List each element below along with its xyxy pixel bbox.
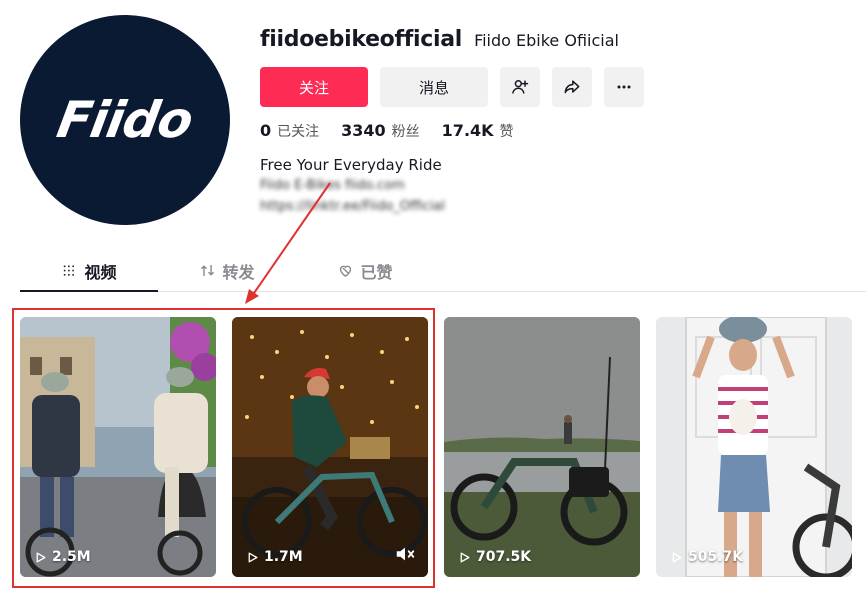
profile-stats: 0 已关注 3340 粉丝 17.4K 赞 — [260, 121, 514, 141]
tab-videos[interactable]: 视频 — [20, 250, 158, 292]
view-count: 707.5K — [458, 549, 531, 565]
username: fiidoebikeofficial — [260, 27, 463, 52]
play-icon — [460, 552, 470, 562]
grid-icon — [64, 265, 75, 276]
brand-logo: Fiido — [53, 91, 197, 149]
view-count-text: 505.7K — [688, 549, 744, 565]
tab-label: 视频 — [84, 262, 117, 282]
profile-tabs: 视频 转发 已赞 — [20, 250, 866, 292]
tab-label: 已赞 — [360, 262, 393, 282]
profile-name-row: fiidoebikeofficial Fiido Ebike Ofiicial — [260, 27, 619, 52]
followers-label: 粉丝 — [391, 124, 420, 140]
profile-actions: 关注 消息 — [260, 67, 644, 107]
bio: Free Your Everyday Ride — [260, 156, 442, 174]
nickname: Fiido Ebike Ofiicial — [474, 31, 619, 50]
follow-button[interactable]: 关注 — [260, 67, 368, 107]
likes-count: 17.4K — [441, 121, 494, 140]
following-count: 0 — [260, 121, 272, 140]
following-label: 已关注 — [277, 124, 320, 140]
bio-link[interactable]: https://linktr.ee/Fiido_Official — [260, 199, 445, 214]
repost-icon — [201, 264, 215, 277]
video-thumbnail — [656, 317, 852, 577]
followers-stat[interactable]: 3340 粉丝 — [341, 121, 420, 141]
add-friend-button[interactable] — [500, 67, 540, 107]
followers-count: 3340 — [341, 121, 386, 140]
likes-label: 赞 — [499, 124, 514, 140]
tab-label: 转发 — [222, 262, 255, 282]
add-person-icon — [512, 80, 529, 94]
video-thumbnail — [444, 317, 640, 577]
following-stat[interactable]: 0 已关注 — [260, 121, 319, 141]
highlight-annotation-box — [12, 308, 435, 588]
liked-heart-icon — [340, 265, 352, 277]
video-card[interactable]: 707.5K — [444, 317, 640, 577]
tab-liked[interactable]: 已赞 — [296, 250, 434, 291]
share-button[interactable] — [552, 67, 592, 107]
share-icon — [564, 80, 580, 94]
avatar[interactable]: Fiido — [20, 15, 230, 225]
bio-blurred-line: Fiido E-Bikes fiido.com — [260, 178, 405, 193]
view-count: 505.7K — [670, 549, 743, 565]
more-icon — [617, 85, 631, 89]
more-button[interactable] — [604, 67, 644, 107]
view-count-text: 707.5K — [476, 549, 532, 565]
likes-stat: 17.4K 赞 — [442, 121, 514, 141]
play-icon — [672, 552, 682, 562]
message-button[interactable]: 消息 — [380, 67, 488, 107]
video-card[interactable]: 505.7K — [656, 317, 852, 577]
tab-reposts[interactable]: 转发 — [158, 250, 296, 291]
